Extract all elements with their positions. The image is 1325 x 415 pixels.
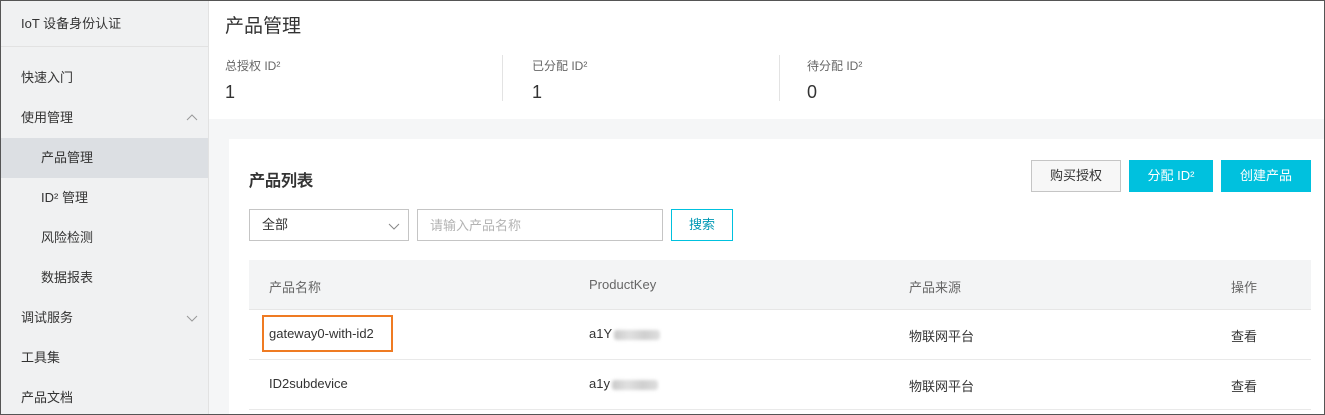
sidebar-item-label: ID² 管理: [41, 190, 88, 205]
table-row: ID2subdevice a1y 物联网平台 查看: [249, 360, 1311, 410]
sidebar-item-label: 数据报表: [41, 270, 94, 285]
stat-label: 总授权 ID²: [225, 59, 281, 73]
column-header-product-name: 产品名称: [269, 280, 322, 295]
chevron-down-icon: [186, 315, 198, 322]
product-name-cell: ID2subdevice: [269, 376, 348, 391]
divider: [502, 55, 503, 101]
redacted-key: [614, 329, 661, 340]
chevron-down-icon: [388, 223, 400, 230]
select-value: 全部: [262, 217, 289, 232]
product-list-title: 产品列表: [249, 173, 314, 190]
app-window: IoT 设备身份认证 快速入门 使用管理 产品管理 ID² 管理 风险检测 数据…: [0, 0, 1325, 415]
table-row: gateway0-with-id2 a1Y 物联网平台 查看: [249, 310, 1311, 360]
sidebar-item-product-management[interactable]: 产品管理: [1, 138, 208, 178]
column-header-product-source: 产品来源: [909, 280, 962, 295]
product-name-cell: gateway0-with-id2: [269, 326, 374, 341]
product-source-cell: 物联网平台: [909, 379, 975, 394]
stat-value: 1: [225, 82, 236, 102]
column-header-actions: 操作: [1231, 280, 1258, 295]
sidebar-item-label: 产品文档: [21, 390, 74, 405]
sidebar-item-product-docs[interactable]: 产品文档: [1, 378, 208, 414]
stat-label: 已分配 ID²: [532, 59, 588, 73]
sidebar-item-label: 工具集: [21, 350, 61, 365]
sidebar-title: IoT 设备身份认证: [1, 1, 208, 47]
stat-label: 待分配 ID²: [807, 59, 863, 73]
stat-value: 0: [807, 82, 818, 102]
product-key-prefix: a1Y: [589, 326, 613, 341]
product-name-search-input[interactable]: [417, 209, 663, 241]
product-key-cell: a1Y: [589, 326, 661, 341]
search-button[interactable]: 搜索: [671, 209, 733, 241]
sidebar: IoT 设备身份认证 快速入门 使用管理 产品管理 ID² 管理 风险检测 数据…: [1, 1, 209, 414]
product-source-cell: 物联网平台: [909, 329, 975, 344]
sidebar-item-quickstart[interactable]: 快速入门: [1, 58, 208, 98]
stat-assigned-id2: 已分配 ID² 1: [532, 57, 587, 103]
sidebar-item-toolset[interactable]: 工具集: [1, 338, 208, 378]
column-header-product-key: ProductKey: [589, 277, 657, 292]
source-filter-select[interactable]: 全部: [249, 209, 409, 241]
stat-pending-id2: 待分配 ID² 0: [807, 57, 862, 103]
summary-panel: 产品管理 总授权 ID² 1 已分配 ID² 1 待分配 ID² 0: [209, 1, 1324, 119]
stat-value: 1: [532, 82, 543, 102]
sidebar-item-label: 使用管理: [21, 110, 74, 125]
product-key-cell: a1y: [589, 376, 658, 391]
buy-license-button[interactable]: 购买授权: [1031, 160, 1121, 192]
view-link[interactable]: 查看: [1231, 326, 1257, 345]
product-table: 产品名称 ProductKey 产品来源 操作 gateway0-with-id…: [249, 260, 1311, 410]
table-header: 产品名称 ProductKey 产品来源 操作: [249, 260, 1311, 310]
stat-total-id2: 总授权 ID² 1: [225, 57, 280, 103]
sidebar-item-data-reports[interactable]: 数据报表: [1, 258, 208, 298]
sidebar-item-label: 快速入门: [21, 70, 74, 85]
page-title: 产品管理: [225, 16, 302, 37]
sidebar-item-id2-management[interactable]: ID² 管理: [1, 178, 208, 218]
sidebar-item-label: 调试服务: [21, 310, 74, 325]
sidebar-item-debug-service[interactable]: 调试服务: [1, 298, 208, 338]
chevron-up-icon: [186, 114, 198, 121]
sidebar-item-label: 产品管理: [41, 150, 94, 165]
redacted-key: [611, 379, 658, 390]
divider: [779, 55, 780, 101]
sidebar-item-label: 风险检测: [41, 230, 94, 245]
product-key-prefix: a1y: [589, 376, 610, 391]
main-content: 产品管理 总授权 ID² 1 已分配 ID² 1 待分配 ID² 0 产品列表 …: [209, 1, 1324, 414]
create-product-button[interactable]: 创建产品: [1221, 160, 1311, 192]
product-list-card: 产品列表 购买授权 分配 ID² 创建产品 全部 搜索 产品名称 Product…: [229, 139, 1324, 414]
view-link[interactable]: 查看: [1231, 376, 1257, 395]
sidebar-item-usage-management[interactable]: 使用管理: [1, 98, 208, 138]
assign-id2-button[interactable]: 分配 ID²: [1129, 160, 1213, 192]
sidebar-item-risk-detection[interactable]: 风险检测: [1, 218, 208, 258]
